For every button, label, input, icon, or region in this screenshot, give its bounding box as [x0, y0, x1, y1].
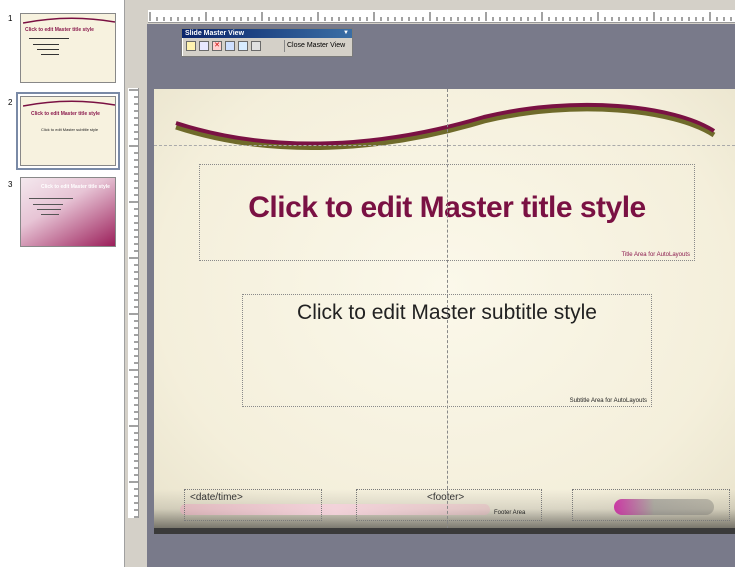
title-area-label: Title Area for AutoLayouts — [621, 252, 690, 258]
thumbnail-number-1: 1 — [8, 14, 13, 23]
horizontal-guide[interactable] — [154, 145, 735, 146]
insert-new-slide-master-icon[interactable] — [186, 41, 196, 51]
swoosh-graphic — [23, 17, 115, 24]
toolbar-options-icon[interactable]: ▼ — [343, 29, 349, 38]
swoosh-graphic — [175, 102, 716, 151]
thumbnail-text-line — [33, 204, 63, 205]
thumbnail-text-line — [29, 198, 73, 199]
thumbnail-text-line — [41, 54, 59, 55]
preserve-master-icon[interactable] — [225, 41, 235, 51]
horizontal-ruler[interactable] — [148, 10, 735, 23]
date-label: <date/time> — [190, 492, 243, 503]
thumbnail-text-line — [37, 49, 59, 50]
thumbnail-title: Click to edit Master title style — [31, 111, 100, 117]
swoosh-graphic — [23, 100, 115, 107]
slide-thumbnail-2[interactable]: Click to edit Master title style Click t… — [16, 92, 120, 170]
slide-thumbnail-3[interactable]: Click to edit Master title style — [20, 177, 116, 247]
rename-master-icon[interactable] — [238, 41, 248, 51]
slide-number-placeholder[interactable] — [572, 489, 730, 521]
vertical-guide[interactable] — [447, 89, 448, 529]
vertical-ruler[interactable] — [128, 88, 139, 518]
thumbnail-text-line — [33, 44, 59, 45]
thumbnail-title: Click to edit Master title style — [41, 184, 110, 190]
slide-master-canvas[interactable]: Click to edit Master title style Title A… — [154, 89, 735, 529]
toolbar-title: Slide Master View — [185, 30, 245, 37]
slide-master-toolbar: Slide Master View ▼ ✕ Close Master View — [181, 28, 353, 57]
toolbar-titlebar[interactable]: Slide Master View ▼ — [182, 29, 352, 38]
thumbnail-number-2: 2 — [8, 98, 13, 107]
slide-shadow — [154, 528, 735, 534]
thumbnail-subtitle: Click to edit Master subtitle style — [41, 127, 99, 132]
slide-thumbnail-1[interactable]: Click to edit Master title style — [20, 13, 116, 83]
thumbnail-text-line — [29, 38, 69, 39]
thumbnail-text-line — [37, 209, 61, 210]
thumbnail-number-3: 3 — [8, 180, 13, 189]
footer-label: <footer> — [427, 492, 465, 503]
footer-area-label: Footer Area — [494, 510, 526, 516]
delete-master-icon[interactable]: ✕ — [212, 41, 222, 51]
close-master-view-button[interactable]: Close Master View — [284, 40, 347, 52]
subtitle-area-label: Subtitle Area for AutoLayouts — [569, 398, 647, 404]
slide-thumbnail-pane: 1 Click to edit Master title style 2 Cli… — [0, 0, 125, 567]
thumbnail-text-line — [41, 214, 59, 215]
master-layout-icon[interactable] — [251, 41, 261, 51]
insert-new-title-master-icon[interactable] — [199, 41, 209, 51]
thumbnail-title: Click to edit Master title style — [25, 27, 94, 33]
